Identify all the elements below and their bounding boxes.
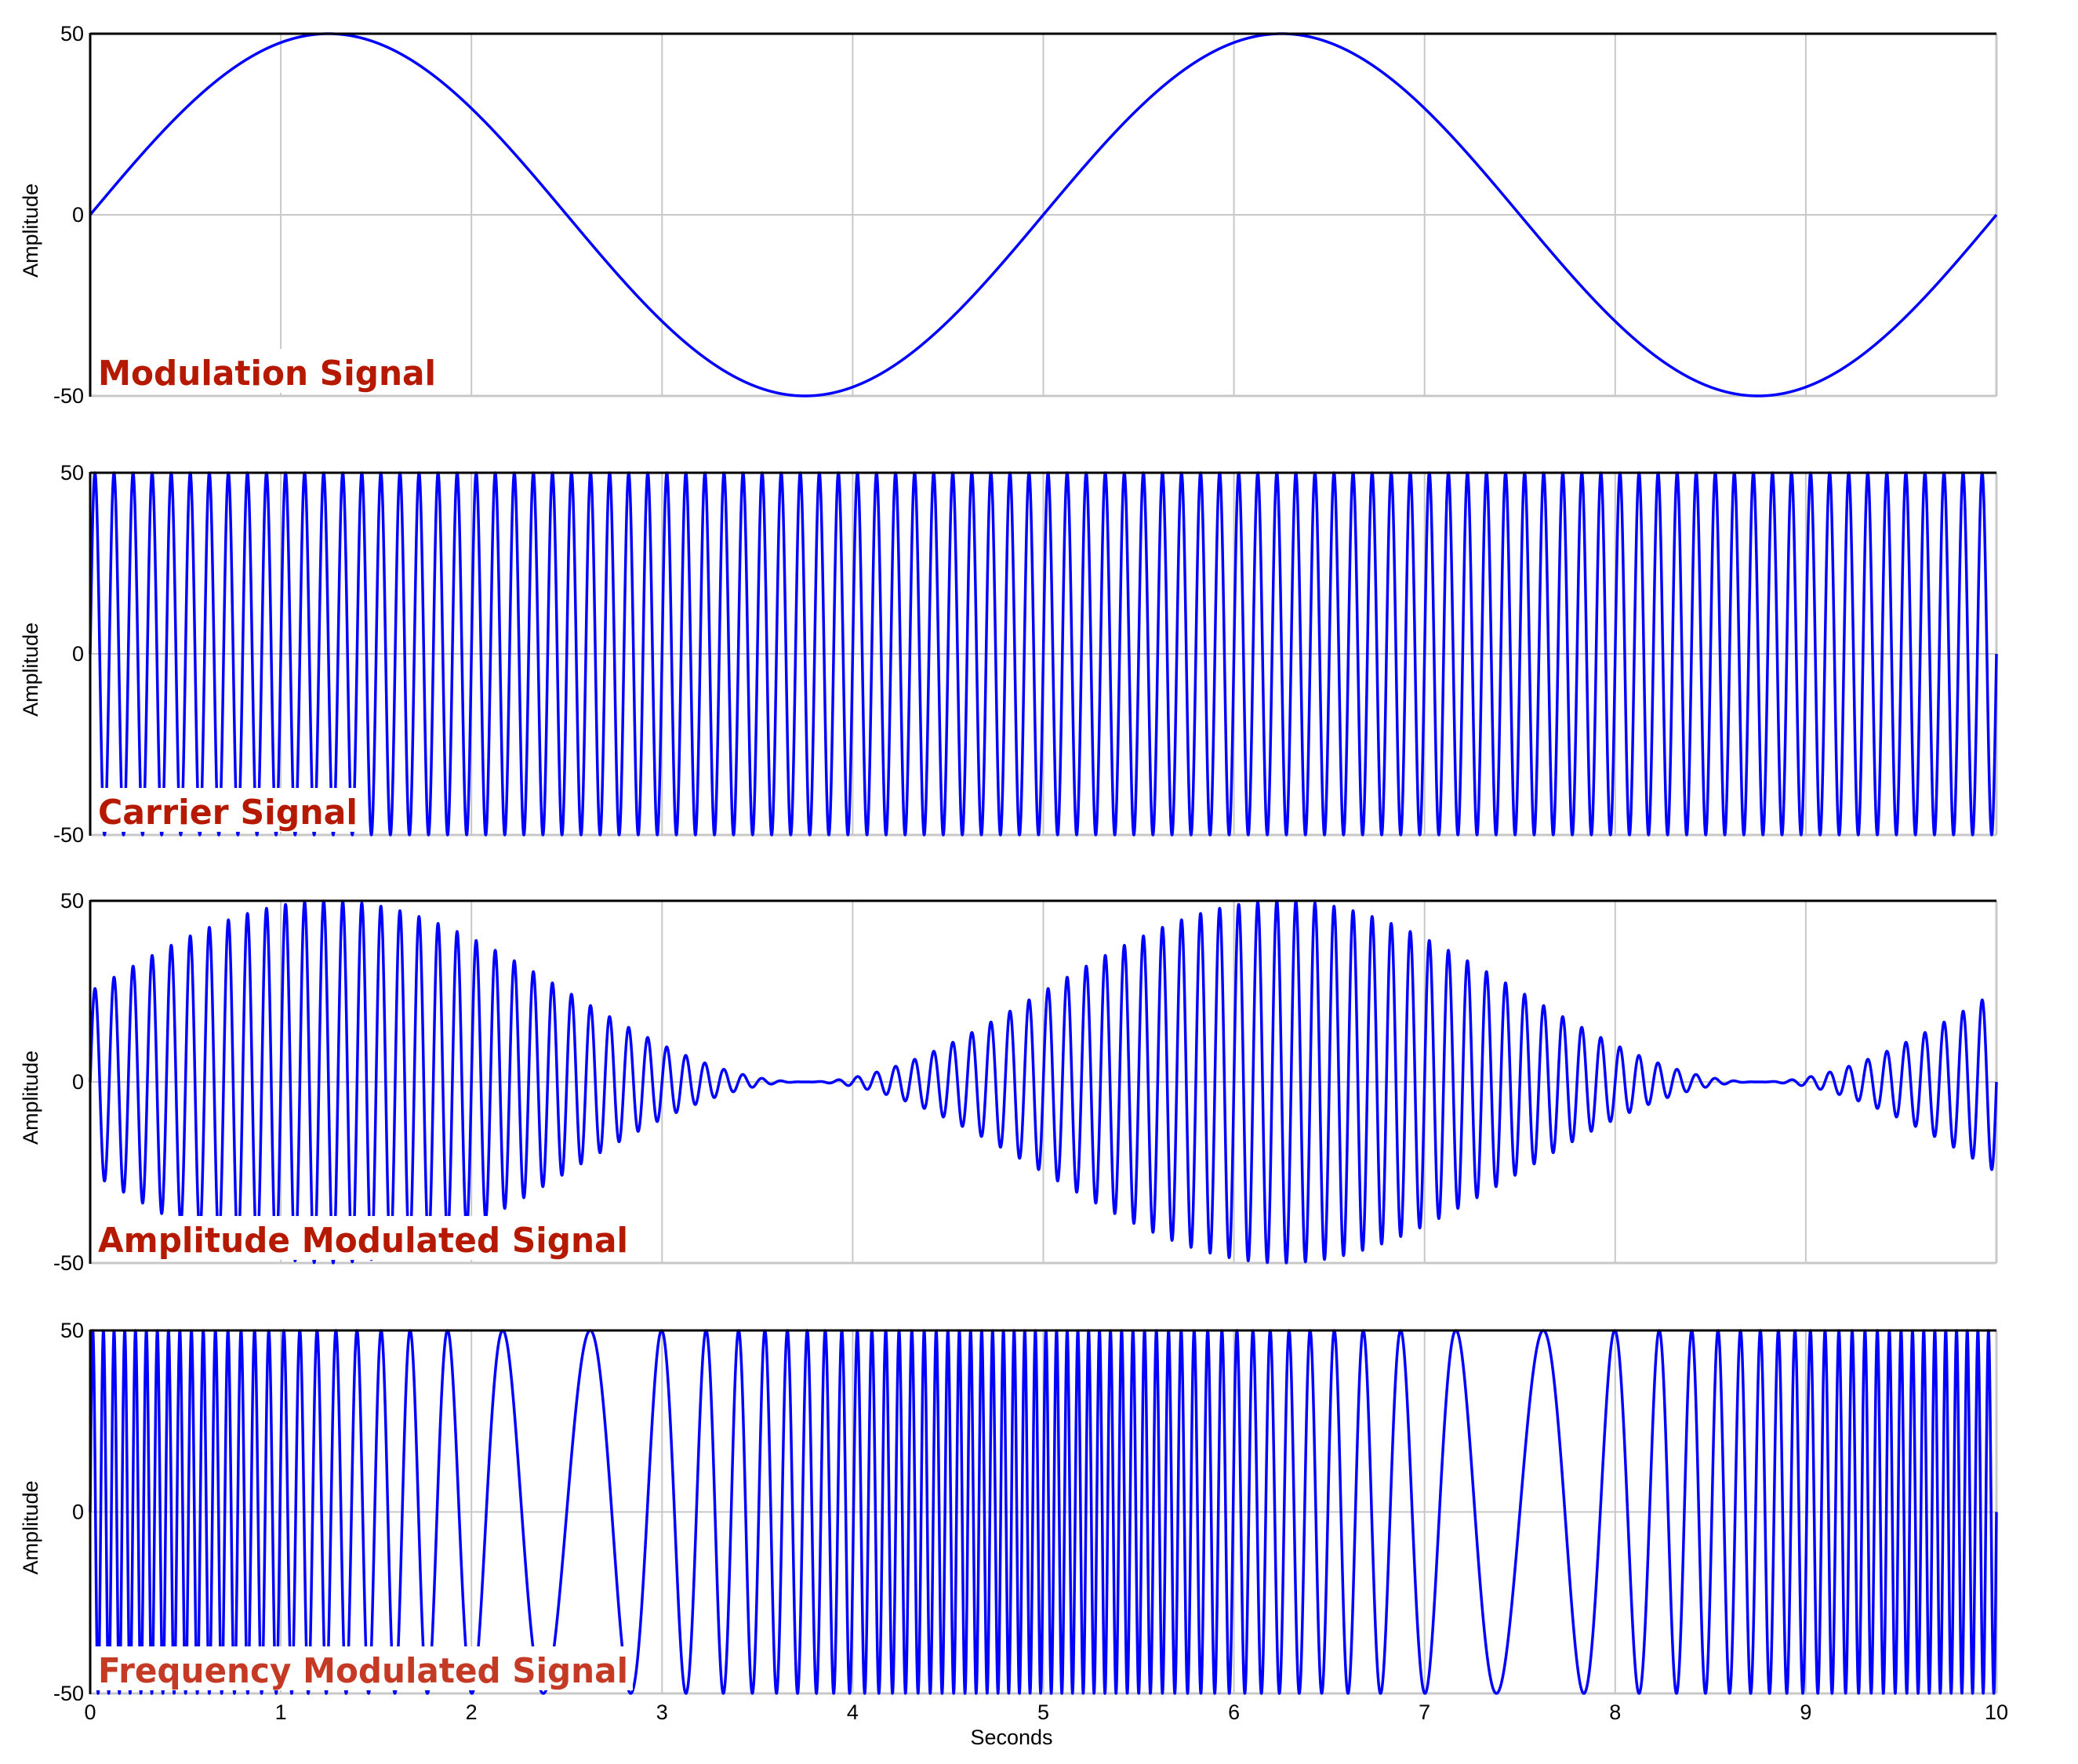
y-axis-label: Amplitude <box>19 1051 42 1145</box>
y-tick-label: 50 <box>60 1319 84 1342</box>
x-tick-label: 6 <box>1228 1700 1240 1724</box>
panel-1: Modulation Signal 50 0 -50 Amplitude <box>19 22 1998 408</box>
y-tick-label: 0 <box>72 642 84 666</box>
y-tick-label: -50 <box>53 823 84 847</box>
x-tick-label: 10 <box>1985 1700 2008 1724</box>
panel-title: Modulation Signal <box>98 354 436 394</box>
x-tick-label: 8 <box>1609 1700 1621 1724</box>
panel-title: Amplitude Modulated Signal <box>98 1221 628 1261</box>
y-tick-label: -50 <box>53 384 84 408</box>
x-tick-label: 2 <box>466 1700 478 1724</box>
y-tick-label: 0 <box>72 1070 84 1094</box>
y-tick-label: 50 <box>60 461 84 485</box>
x-tick-label: 0 <box>84 1700 96 1724</box>
panel-2: Carrier Signal 50 0 -50 Amplitude <box>19 461 1998 847</box>
y-tick-label: 0 <box>72 1501 84 1524</box>
x-axis-label: Seconds <box>970 1726 1052 1749</box>
x-tick-label: 4 <box>847 1700 859 1724</box>
y-axis-label: Amplitude <box>19 183 42 278</box>
y-axis-label: Amplitude <box>19 1480 42 1574</box>
panel-4: Frequency Modulated Signal500-50Amplitud… <box>19 1319 2008 1749</box>
x-tick-label: 9 <box>1800 1700 1811 1724</box>
signal-modulation-figure: Modulation Signal500-50AmplitudeCarrier … <box>19 22 2008 1749</box>
y-tick-label: 50 <box>60 889 84 913</box>
panel-title: Frequency Modulated Signal <box>98 1651 628 1691</box>
panel-title: Carrier Signal <box>98 793 358 833</box>
y-tick-label: 50 <box>60 22 84 45</box>
y-tick-label: -50 <box>53 1682 84 1705</box>
y-tick-label: 0 <box>72 203 84 227</box>
y-axis-label: Amplitude <box>19 622 42 717</box>
x-tick-label: 3 <box>656 1700 668 1724</box>
x-tick-label: 1 <box>275 1700 287 1724</box>
panel-3: Amplitude Modulated Signal 50 0 -50 Amplitud… <box>19 889 1998 1275</box>
x-tick-label: 5 <box>1037 1700 1049 1724</box>
y-tick-label: -50 <box>53 1251 84 1275</box>
x-tick-label: 7 <box>1419 1700 1430 1724</box>
